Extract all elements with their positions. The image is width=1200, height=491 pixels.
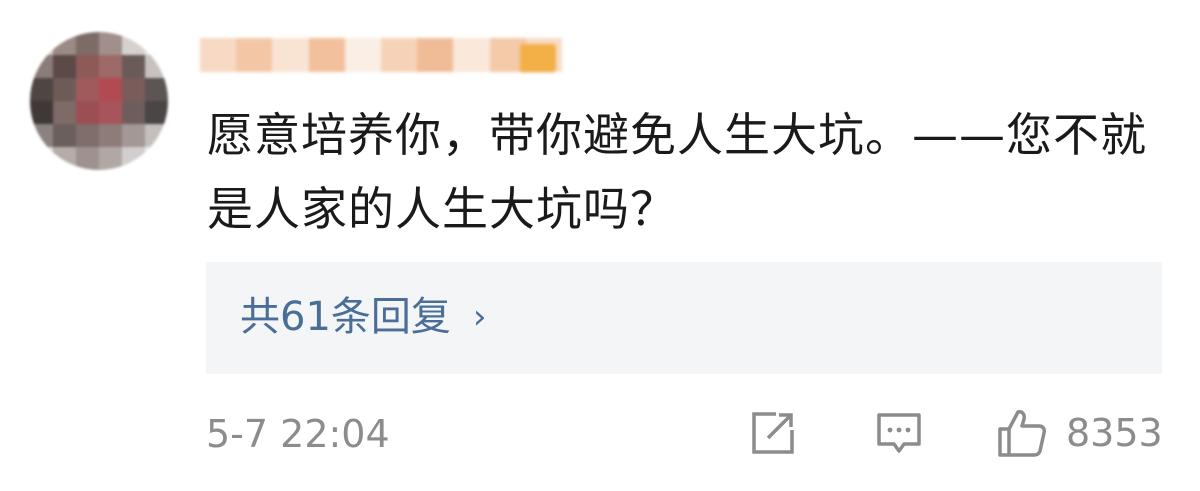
comment-card: 愿意培养你，带你避免人生大坑。——您不就是人家的人生大坑吗？ 共61条回复 › … xyxy=(0,0,1200,491)
repost-button[interactable] xyxy=(748,406,798,460)
username-censored[interactable] xyxy=(200,38,563,72)
chevron-right-icon: › xyxy=(472,297,487,337)
repost-icon xyxy=(752,412,794,454)
replies-count-label: 共61条回复 xyxy=(240,294,451,340)
avatar[interactable] xyxy=(30,32,168,170)
like-button[interactable]: 8353 xyxy=(996,406,1163,460)
comment-icon xyxy=(877,413,921,453)
replies-panel: 共61条回复 › xyxy=(206,262,1162,374)
comment-text: 愿意培养你，带你避免人生大坑。——您不就是人家的人生大坑吗？ xyxy=(207,108,1147,236)
view-replies-link[interactable]: 共61条回复 › xyxy=(240,292,487,342)
thumbs-up-icon xyxy=(998,410,1046,457)
like-count: 8353 xyxy=(1066,411,1163,455)
user-badge-icon xyxy=(520,44,556,72)
comment-timestamp: 5-7 22:04 xyxy=(206,412,390,456)
comment-button[interactable] xyxy=(874,406,924,460)
